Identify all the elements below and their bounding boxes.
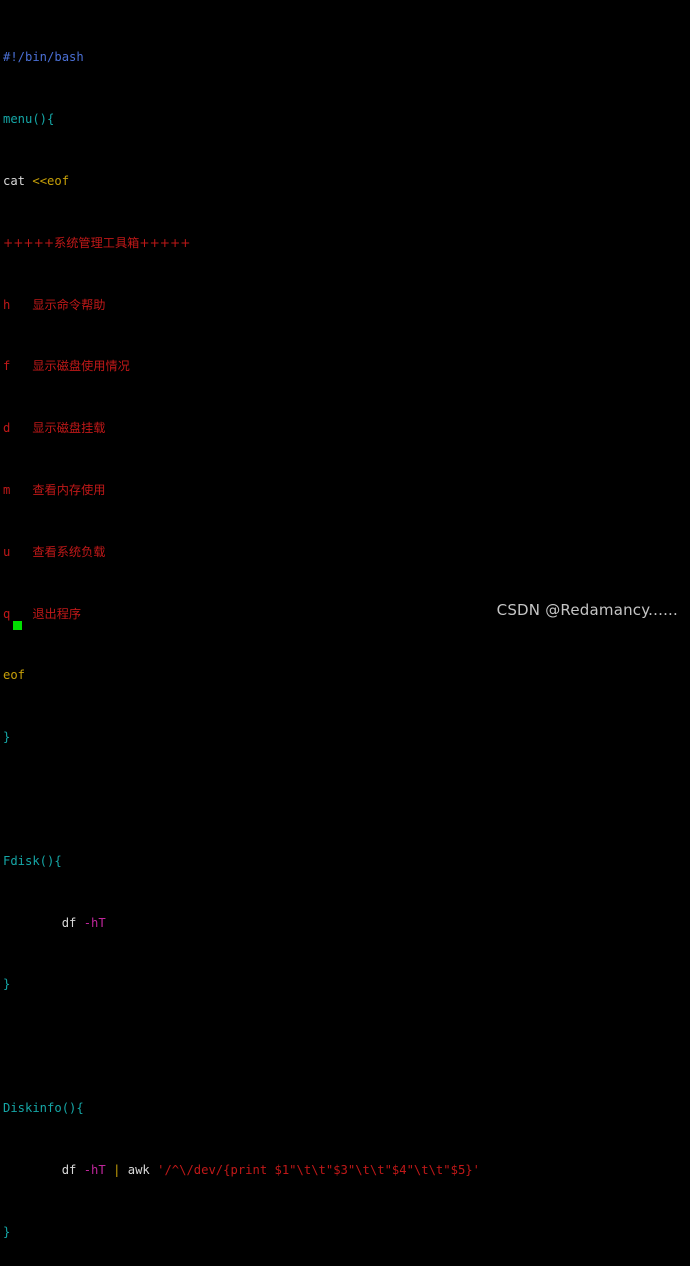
code-line-3: cat <<eof: [3, 174, 687, 189]
menu-gap-f: [10, 359, 32, 373]
menu-gap-d: [10, 421, 32, 435]
code-line-18: Diskinfo(){: [3, 1101, 687, 1116]
diskinfo-awk-program: '/^\/dev/{print $1"\t\t"$3"\t\t"$4"\t\t"…: [157, 1162, 480, 1177]
menu-desc-q: 退出程序: [32, 606, 82, 621]
diskinfo-df: df: [3, 1162, 84, 1177]
code-line-11: eof: [3, 668, 687, 683]
code-line-9: u 查看系统负载: [3, 545, 687, 560]
menu-gap-q: [10, 607, 32, 621]
heredoc-start: <<eof: [32, 173, 70, 188]
menu-desc-h: 显示命令帮助: [32, 297, 106, 312]
code-line-16: }: [3, 977, 687, 992]
closing-brace-diskinfo: }: [3, 1224, 11, 1239]
code-line-14: Fdisk(){: [3, 854, 687, 869]
text-cursor: [13, 621, 22, 630]
closing-brace-fdisk: }: [3, 977, 11, 992]
menu-desc-d: 显示磁盘挂载: [32, 421, 106, 436]
code-line-8: m 查看内存使用: [3, 483, 687, 498]
code-line-5: h 显示命令帮助: [3, 298, 687, 313]
menu-gap-m: [10, 483, 32, 497]
diskinfo-flag-hT: -hT: [83, 1162, 106, 1177]
code-line-1: #!/bin/bash: [3, 50, 687, 65]
watermark-label: CSDN @Redamancy......: [496, 601, 678, 619]
menu-desc-f: 显示磁盘使用情况: [32, 359, 130, 374]
code-line-15: df -hT: [3, 916, 687, 931]
diskinfo-awk: awk: [120, 1162, 158, 1177]
cat-command: cat: [3, 173, 33, 188]
shebang-token: #!/bin/bash: [3, 50, 84, 65]
code-line-19: df -hT | awk '/^\/dev/{print $1"\t\t"$3"…: [3, 1163, 687, 1178]
code-line-7: d 显示磁盘挂载: [3, 421, 687, 436]
function-decl-menu: menu(){: [3, 112, 55, 127]
menu-desc-m: 查看内存使用: [32, 482, 106, 497]
pipe-icon-1: |: [113, 1162, 121, 1177]
heredoc-end: eof: [3, 668, 26, 683]
menu-gap-h: [10, 298, 32, 312]
code-line-20: }: [3, 1225, 687, 1240]
sp-1: [106, 1163, 113, 1177]
code-line-6: f 显示磁盘使用情况: [3, 359, 687, 374]
code-line-12: }: [3, 730, 687, 745]
code-line-2: menu(){: [3, 112, 687, 127]
menu-desc-u: 查看系统负载: [32, 544, 106, 559]
df-flag-hT: -hT: [83, 915, 106, 930]
menu-gap-u: [10, 545, 32, 559]
closing-brace-menu: }: [3, 730, 11, 745]
function-decl-fdisk: Fdisk(){: [3, 853, 62, 868]
script-code-area[interactable]: #!/bin/bash menu(){ cat <<eof +++++系统管理工…: [3, 4, 687, 1266]
terminal-window[interactable]: #!/bin/bash menu(){ cat <<eof +++++系统管理工…: [0, 0, 690, 1239]
df-command: df: [3, 915, 84, 930]
code-line-4: +++++系统管理工具箱+++++: [3, 236, 687, 251]
function-decl-diskinfo: Diskinfo(){: [3, 1100, 84, 1115]
menu-header: +++++系统管理工具箱+++++: [3, 235, 191, 250]
